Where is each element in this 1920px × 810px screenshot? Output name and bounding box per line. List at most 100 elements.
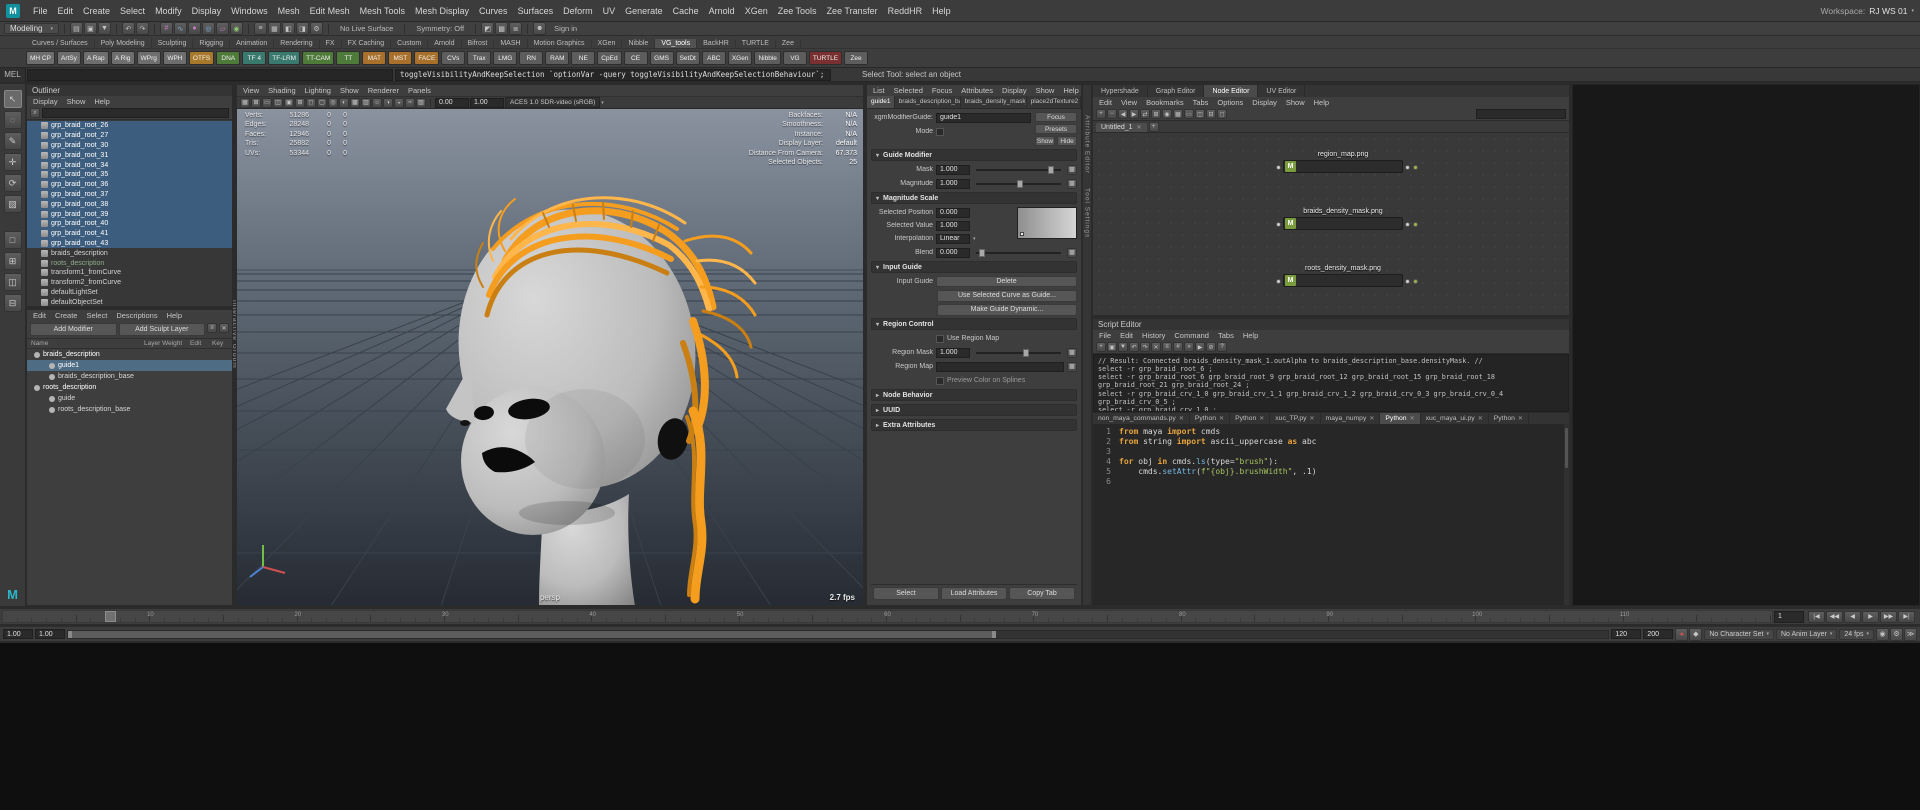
shelf-tab[interactable]: Motion Graphics — [528, 39, 592, 48]
menu-item[interactable]: XGen — [740, 4, 773, 18]
outliner-item[interactable]: transform1_fromCurve — [27, 268, 232, 278]
load-attributes-button[interactable]: Load Attributes — [941, 587, 1007, 600]
close-tab-icon[interactable]: ✕ — [1410, 415, 1415, 422]
play-forwards-button[interactable]: ▶ — [1862, 610, 1879, 623]
magnitude-scale-section-header[interactable]: ▾ Magnitude Scale — [871, 192, 1077, 204]
go-to-start-button[interactable]: |◀ — [1808, 610, 1825, 623]
close-tab-icon[interactable]: ✕ — [1179, 415, 1184, 422]
ae-menu-item[interactable]: Attributes — [961, 86, 993, 95]
outliner-item[interactable]: grp_braid_root_31 — [27, 150, 232, 161]
shelf-button[interactable]: Nibble — [754, 51, 781, 65]
shader-node[interactable]: region_map.png M — [1276, 151, 1418, 173]
close-tab-icon[interactable]: ✕ — [1478, 415, 1483, 422]
outliner-menu-item[interactable]: Show — [67, 97, 86, 106]
isolate-select-icon[interactable]: ◎ — [328, 97, 338, 108]
mel-toggle-button[interactable]: MEL — [0, 67, 26, 82]
layer-options-icon[interactable]: ≡ — [207, 323, 217, 333]
shelf-button[interactable]: FACE — [414, 51, 440, 65]
command-input[interactable] — [27, 68, 393, 81]
add-node-icon[interactable]: + — [1096, 109, 1106, 119]
shelf-button[interactable]: ABC — [701, 51, 726, 65]
node-graph-canvas[interactable]: region_map.png M braids_density_mask.png… — [1093, 133, 1569, 315]
groom-layer-row[interactable]: braids_description — [27, 349, 232, 360]
mask-field[interactable]: 1.000 — [936, 164, 970, 175]
range-end-handle[interactable] — [992, 630, 997, 638]
shelf-tab[interactable]: Arnold — [428, 39, 462, 48]
command-result-field[interactable]: toggleVisibilityAndKeepSelection `option… — [395, 68, 831, 81]
open-script-icon[interactable]: ▣ — [1107, 342, 1117, 352]
shelf-button[interactable]: MH CP — [26, 51, 55, 65]
viewport-menu-item[interactable]: Show — [340, 86, 359, 95]
undo-icon[interactable]: ↶ — [1129, 342, 1139, 352]
menu-item[interactable]: Arnold — [704, 4, 740, 18]
shelf-button[interactable]: XGen — [727, 51, 753, 65]
rotate-tool-icon[interactable]: ⟳ — [3, 174, 22, 192]
menu-item[interactable]: Curves — [474, 4, 513, 18]
new-scene-icon[interactable]: ▤ — [69, 22, 83, 35]
outliner-item[interactable]: grp_braid_root_43 — [27, 238, 232, 249]
magnitude-slider[interactable] — [976, 179, 1061, 188]
paint-select-tool-icon[interactable]: ✎ — [3, 132, 22, 150]
render-current-frame-icon[interactable]: ◧ — [281, 22, 295, 35]
outliner-menu-item[interactable]: Display — [33, 97, 58, 106]
shelf-button[interactable]: Trax — [467, 51, 492, 65]
shelf-button[interactable]: CVs — [441, 51, 466, 65]
outliner-item[interactable]: grp_braid_root_27 — [27, 130, 232, 141]
viewport-menu-item[interactable]: View — [243, 86, 259, 95]
user-account-icon[interactable]: ☻ — [533, 22, 547, 35]
selected-position-field[interactable]: 0.000 — [936, 207, 970, 218]
viewport-canvas[interactable]: Verts: 51286 0 0 Edges: 28248 0 0 Faces: — [237, 109, 863, 605]
layer-visibility-icon[interactable] — [34, 384, 40, 391]
script-input-pane[interactable]: 1 from maya import cmds 2 from string impor… — [1093, 424, 1569, 605]
editor-tab[interactable]: Hypershade — [1093, 85, 1148, 97]
two-pane-layout-icon[interactable]: ◫ — [3, 273, 22, 291]
script-tab[interactable]: Python ✕ — [1190, 413, 1231, 424]
three-pane-layout-icon[interactable]: ⊟ — [3, 294, 22, 312]
region-control-section-header[interactable]: ▾ Region Control — [871, 318, 1077, 330]
output-port[interactable] — [1405, 279, 1410, 284]
groom-menu-item[interactable]: Edit — [33, 311, 46, 320]
field-chart-icon[interactable]: ⊞ — [295, 97, 305, 108]
script-tab[interactable]: Python ✕ — [1380, 413, 1421, 424]
input-port[interactable] — [1276, 222, 1281, 227]
mode-checkbox[interactable] — [936, 127, 944, 136]
panel-vertical-tab[interactable]: Tool Settings — [1084, 188, 1091, 238]
animation-start-field[interactable]: 1.00 — [3, 629, 33, 639]
menu-item[interactable]: Edit — [53, 4, 79, 18]
grid-toggle-icon[interactable]: ⊟ — [1206, 109, 1216, 119]
close-tab-icon[interactable]: ✕ — [1518, 415, 1523, 422]
groom-menu-item[interactable]: Descriptions — [116, 311, 157, 320]
output-alpha-port[interactable] — [1413, 222, 1418, 227]
menu-item[interactable]: Generate — [620, 4, 668, 18]
shelf-button[interactable]: RAM — [545, 51, 570, 65]
outliner-item[interactable]: grp_braid_root_41 — [27, 228, 232, 239]
shelf-tab[interactable]: Zee — [776, 39, 801, 48]
shelf-tab[interactable]: Sculpting — [152, 39, 194, 48]
move-tool-icon[interactable]: ✛ — [3, 153, 22, 171]
script-tab[interactable]: xuc_maya_ui.py ✕ — [1421, 413, 1489, 424]
snap-point-icon[interactable]: ● — [187, 22, 201, 35]
playback-speed-icon[interactable]: ≫ — [1904, 627, 1917, 641]
ae-menu-item[interactable]: Help — [1063, 86, 1078, 95]
script-editor-menu-item[interactable]: Edit — [1120, 331, 1133, 340]
construction-history-icon[interactable]: ≡ — [253, 22, 267, 35]
use-region-map-checkbox[interactable] — [936, 334, 944, 343]
highlight-selection-icon[interactable]: ◩ — [481, 22, 495, 35]
layer-visibility-icon[interactable] — [49, 362, 55, 369]
blend-slider[interactable] — [976, 248, 1061, 257]
auto-key-icon[interactable]: ◉ — [1876, 627, 1889, 641]
node-editor-menu-item[interactable]: Options — [1217, 98, 1243, 107]
region-mask-slider[interactable] — [976, 348, 1061, 357]
viewport-menu-item[interactable]: Shading — [268, 86, 296, 95]
outliner-search-input[interactable] — [42, 108, 229, 118]
echo-all-icon[interactable]: ≡ — [1162, 342, 1172, 352]
four-pane-layout-icon[interactable]: ⊞ — [3, 252, 22, 270]
outliner-item[interactable]: grp_braid_root_39 — [27, 209, 232, 219]
open-scene-icon[interactable]: ▣ — [83, 22, 97, 35]
ae-node-tab[interactable]: braids_density_mask_1 — [961, 96, 1027, 108]
playback-start-field[interactable]: 1.00 — [35, 629, 65, 639]
render-settings-icon[interactable]: ⚙ — [309, 22, 323, 35]
shelf-button[interactable]: VG — [782, 51, 807, 65]
anti-aliasing-icon[interactable]: ▨ — [416, 97, 426, 108]
node-search-input[interactable] — [1476, 109, 1566, 119]
